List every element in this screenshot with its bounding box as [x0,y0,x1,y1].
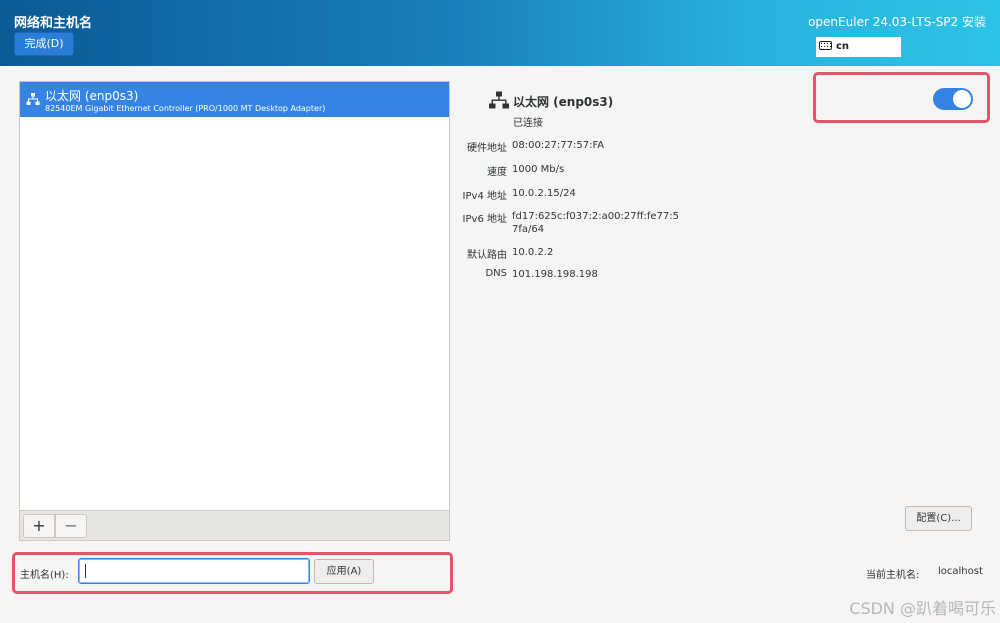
dns-label: DNS [485,268,507,279]
text-caret [85,564,86,578]
page-title: 网络和主机名 [14,16,93,31]
list-item[interactable]: 以太网 (enp0s3) 82540EM Gigabit Ethernet Co… [20,82,449,117]
header-bar: 网络和主机名 完成(D) openEuler 24.03-LTS-SP2 安装 … [0,0,1000,66]
speed-value: 1000 Mb/s [512,164,565,175]
keyboard-icon [819,40,832,50]
network-wired-icon [489,91,509,109]
ipv4-value: 10.0.2.15/24 [512,188,576,199]
current-hostname-label: 当前主机名: [866,570,920,581]
detail-device-name: 以太网 (enp0s3) [513,95,614,109]
ipv6-label: IPv6 地址 [462,214,507,225]
keyboard-layout-label: cn [836,41,850,52]
add-device-button[interactable]: + [23,514,55,538]
toggle-knob [953,90,971,108]
connection-status: 已连接 [513,118,543,129]
device-description: 82540EM Gigabit Ethernet Controller (PRO… [45,104,326,113]
keyboard-layout-indicator[interactable]: cn [816,37,901,57]
ipv6-value: fd17:625c:f037:2:a00:27ff:fe77:57fa/64 [512,211,679,235]
dns-value: 101.198.198.198 [512,269,598,280]
hostname-label: 主机名(H): [20,570,69,581]
configure-button[interactable]: 配置(C)... [905,506,972,531]
current-hostname-value: localhost [938,566,983,577]
done-button[interactable]: 完成(D) [14,32,74,56]
default-route-value: 10.0.2.2 [512,247,554,258]
list-toolbar: + − [20,510,449,540]
watermark: CSDN @趴着喝可乐 [849,599,996,618]
network-wired-icon [26,93,40,105]
connection-toggle[interactable] [933,88,973,110]
speed-label: 速度 [487,167,507,178]
hostname-input[interactable] [78,558,310,584]
remove-device-button[interactable]: − [55,514,87,538]
device-list: 以太网 (enp0s3) 82540EM Gigabit Ethernet Co… [19,81,450,541]
hardware-address-value: 08:00:27:77:57:FA [512,140,605,151]
hardware-address-label: 硬件地址 [467,143,507,154]
device-name: 以太网 (enp0s3) [45,89,139,103]
apply-button[interactable]: 应用(A) [314,559,374,584]
default-route-label: 默认路由 [467,250,507,261]
ipv4-label: IPv4 地址 [462,191,507,202]
product-title: openEuler 24.03-LTS-SP2 安装 [808,15,986,29]
